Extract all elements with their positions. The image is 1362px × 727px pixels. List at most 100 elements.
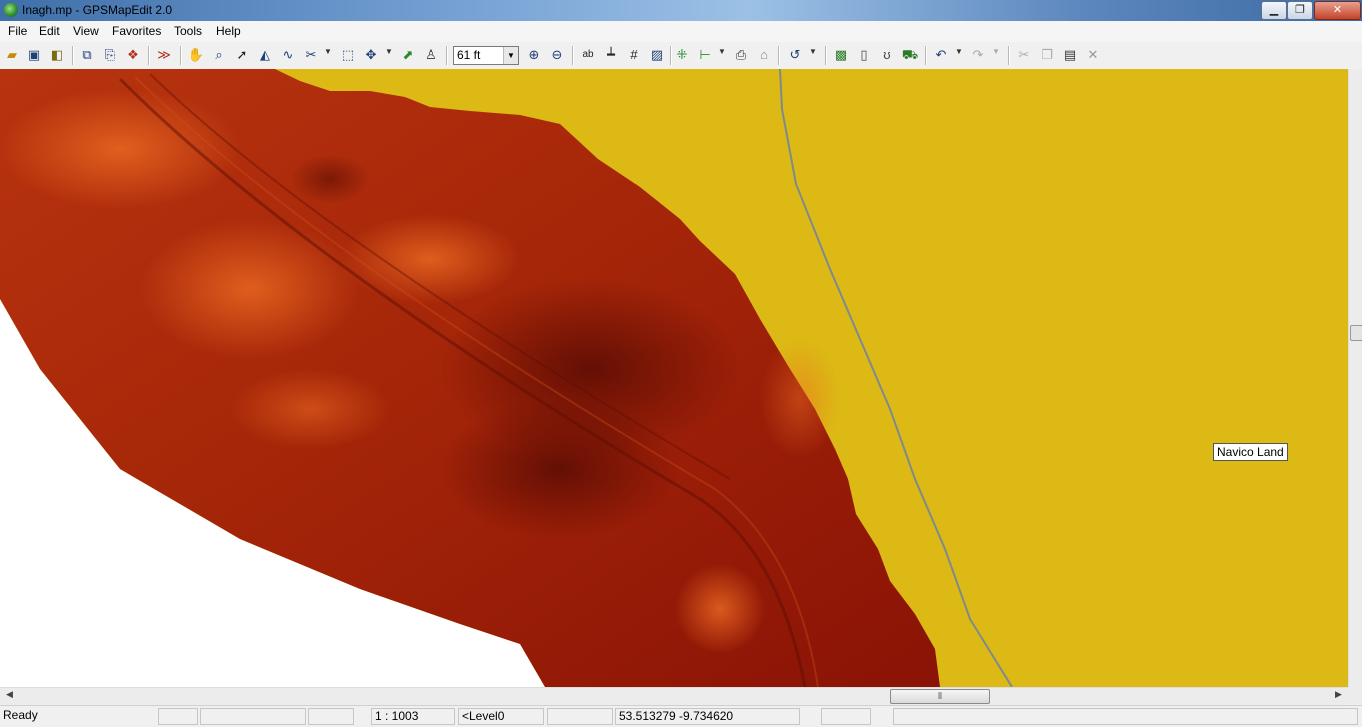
menu-tools[interactable]: Tools — [173, 24, 203, 38]
nodes-icon[interactable]: ⁜ — [673, 46, 691, 64]
transform-icon[interactable]: ⊢ — [696, 46, 714, 64]
dropdown-arrow-icon[interactable]: ▼ — [809, 47, 817, 56]
delete-icon[interactable]: ✕ — [1084, 46, 1102, 64]
paste-icon[interactable]: ▤ — [1061, 46, 1079, 64]
bright-patch — [340, 214, 520, 304]
ruler-icon[interactable]: ┷ — [602, 46, 620, 64]
undo-icon[interactable]: ↶ — [932, 46, 950, 64]
properties-icon[interactable]: ⧉ — [78, 46, 96, 64]
bright-patch — [0, 89, 240, 209]
status-cell — [547, 708, 613, 725]
menu-help[interactable]: Help — [215, 24, 242, 38]
status-coords: 53.513279 -9.734620 — [615, 708, 800, 725]
cut-icon[interactable]: ✂ — [1015, 46, 1033, 64]
dropdown-arrow-icon[interactable]: ▼ — [955, 47, 963, 56]
toolbar-separator — [825, 46, 827, 65]
status-scale: 1 : 1003 — [371, 708, 455, 725]
move-icon[interactable]: ✥ — [362, 46, 380, 64]
select-rect-icon[interactable]: ⬚ — [339, 46, 357, 64]
map-canvas[interactable]: Navico Land — [0, 69, 1348, 687]
vertical-scroll-thumb[interactable] — [1350, 325, 1362, 341]
minimize-button[interactable]: ▁ — [1261, 1, 1287, 20]
edit-nodes-icon[interactable]: ◭ — [256, 46, 274, 64]
hand-pan-icon[interactable]: ✋ — [187, 46, 205, 64]
restore-button[interactable]: ❐ — [1287, 1, 1313, 20]
status-cell — [308, 708, 354, 725]
vertical-scrollbar[interactable] — [1348, 69, 1362, 687]
export-icon[interactable]: ⎘ — [101, 46, 119, 64]
scroll-corner — [1348, 687, 1362, 704]
toolbar: ▰ ▣ ◧ ⧉ ⎘ ❖ ≫ ✋ ⌕ ➚ ◭ ∿ ✂ ▼ ⬚ ✥ ▼ ⬈ ♙ ⊕ … — [0, 42, 1362, 70]
bright-patch — [675, 564, 765, 654]
status-cell — [821, 708, 871, 725]
map-label[interactable]: Navico Land — [1213, 443, 1288, 461]
menu-view[interactable]: View — [72, 24, 100, 38]
scroll-right-arrow-icon[interactable]: ▶ — [1335, 689, 1342, 700]
redo-icon[interactable]: ↷ — [969, 46, 987, 64]
menu-edit[interactable]: Edit — [38, 24, 61, 38]
save-icon[interactable]: ▣ — [25, 46, 43, 64]
toolbar-separator — [670, 46, 672, 65]
open-icon[interactable]: ▰ — [3, 46, 21, 64]
zoom-in-icon[interactable]: ⊕ — [525, 46, 543, 64]
status-cell — [158, 708, 198, 725]
toolbar-separator — [180, 46, 182, 65]
grid-icon[interactable]: # — [625, 46, 643, 64]
bright-patch — [140, 219, 360, 359]
app-globe-icon — [4, 3, 18, 17]
map-svg — [0, 69, 1013, 687]
dropdown-arrow-icon[interactable]: ▼ — [992, 47, 1000, 56]
dark-depression — [440, 399, 680, 539]
toolbar-separator — [72, 46, 74, 65]
status-cell — [200, 708, 306, 725]
toolbar-separator — [778, 46, 780, 65]
route-icon[interactable]: ⛟ — [901, 46, 919, 64]
toolbar-separator — [148, 46, 150, 65]
zoom-level-select[interactable]: 61 ft ▼ — [453, 46, 519, 65]
toolbar-separator — [446, 46, 448, 65]
measure-r-icon[interactable]: ʊ — [878, 46, 896, 64]
horizontal-scrollbar[interactable]: ◀ ⦀ ▶ — [0, 687, 1348, 705]
status-cell — [893, 708, 1358, 725]
horizontal-scroll-thumb[interactable]: ⦀ — [890, 689, 990, 704]
bright-patch — [760, 339, 840, 459]
dark-depression — [290, 154, 370, 204]
zoom-rect-icon[interactable]: ⌕ — [210, 46, 228, 64]
menu-bar: File Edit View Favorites Tools Help — [0, 21, 1362, 42]
copy-icon[interactable]: ❐ — [1038, 46, 1056, 64]
label-ab-icon[interactable]: ab — [579, 46, 597, 64]
zoom-out-icon[interactable]: ⊖ — [548, 46, 566, 64]
status-bar: Ready 1 : 1003 <Level0 53.513279 -9.7346… — [0, 705, 1362, 727]
zoom-level-value: 61 ft — [457, 48, 481, 62]
polyline-icon[interactable]: ∿ — [279, 46, 297, 64]
close-button[interactable]: ✕ — [1314, 1, 1361, 20]
measure-icon[interactable]: ♙ — [422, 46, 440, 64]
dropdown-arrow-icon[interactable]: ▼ — [324, 47, 332, 56]
trace-icon[interactable]: ≫ — [155, 46, 173, 64]
toolbar-separator — [925, 46, 927, 65]
scroll-left-arrow-icon[interactable]: ◀ — [6, 689, 13, 700]
chevron-down-icon[interactable]: ▼ — [503, 47, 518, 64]
select-arrow-icon[interactable]: ➚ — [233, 46, 251, 64]
window-title: Inagh.mp - GPSMapEdit 2.0 — [22, 3, 173, 17]
dropdown-arrow-icon[interactable]: ▼ — [718, 47, 726, 56]
hatch-icon[interactable]: ▨ — [648, 46, 666, 64]
status-level: <Level0 — [458, 708, 544, 725]
dropdown-arrow-icon[interactable]: ▼ — [385, 47, 393, 56]
title-bar: Inagh.mp - GPSMapEdit 2.0 ▁ ❐ ✕ — [0, 0, 1362, 21]
menu-favorites[interactable]: Favorites — [111, 24, 162, 38]
blank-page-icon[interactable]: ▯ — [855, 46, 873, 64]
scissors-icon[interactable]: ✂ — [302, 46, 320, 64]
bright-patch — [230, 369, 390, 449]
house-icon[interactable]: ⌂ — [755, 46, 773, 64]
map-view-icon[interactable]: ▩ — [832, 46, 850, 64]
lasso-icon[interactable]: ↺ — [786, 46, 804, 64]
toolbar-separator — [1008, 46, 1010, 65]
status-ready: Ready — [3, 708, 38, 722]
import-icon[interactable]: ◧ — [48, 46, 66, 64]
toolbar-separator — [572, 46, 574, 65]
menu-file[interactable]: File — [7, 24, 28, 38]
layers-icon[interactable]: ❖ — [124, 46, 142, 64]
screenshot-icon[interactable]: ⎙ — [732, 46, 750, 64]
add-point-icon[interactable]: ⬈ — [399, 46, 417, 64]
